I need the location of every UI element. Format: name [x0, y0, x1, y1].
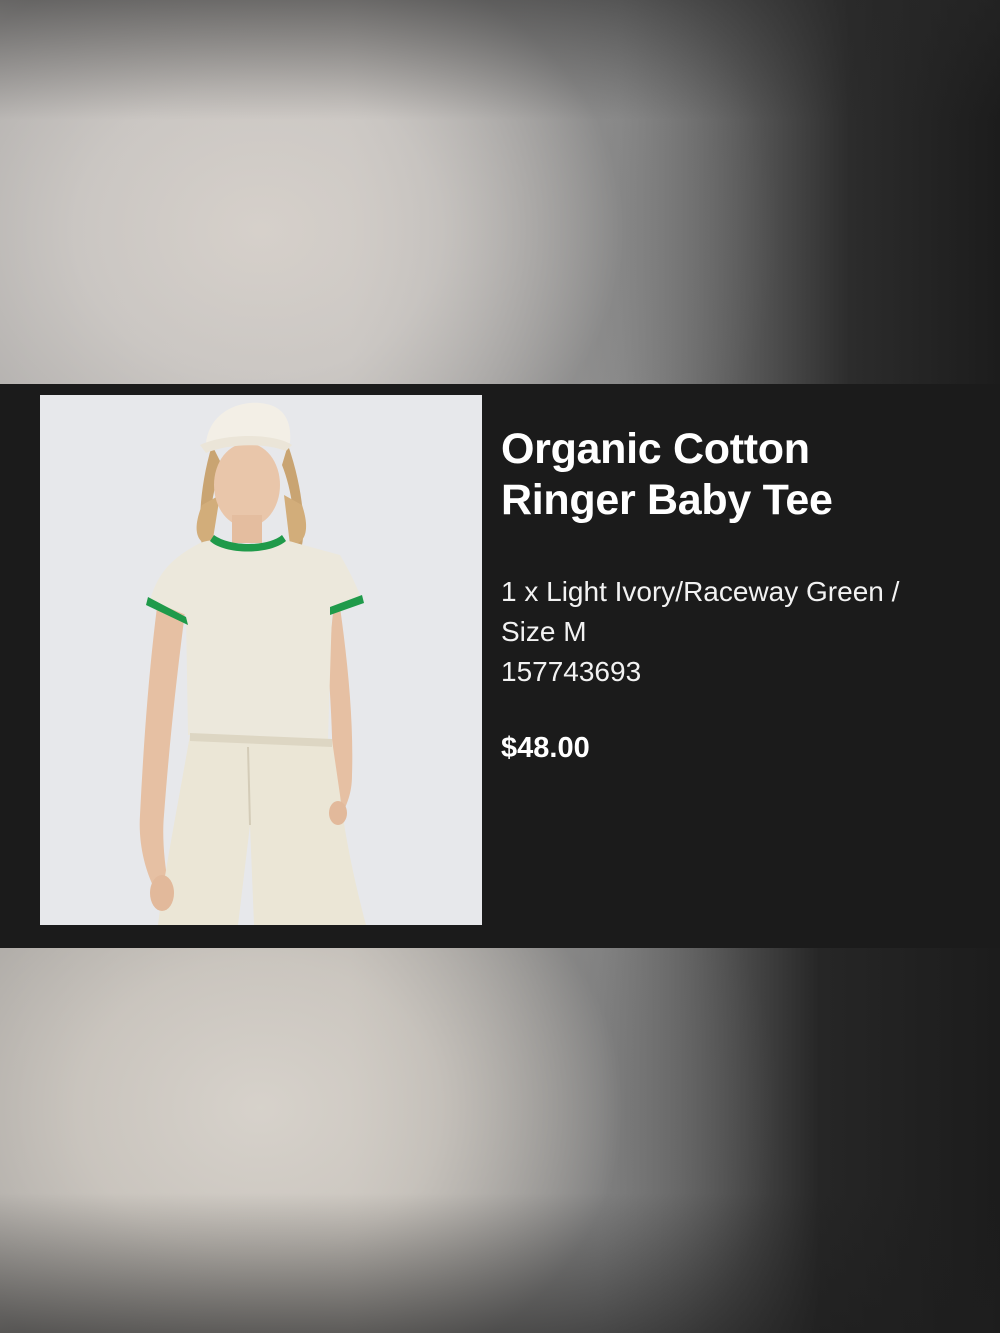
backdrop-bottom [0, 948, 1000, 1333]
backdrop-top [0, 0, 1000, 384]
variant-description: 1 x Light Ivory/Raceway Green / [501, 576, 900, 607]
product-title-line-2: Ringer Baby Tee [501, 476, 833, 524]
variant-info: 1 x Light Ivory/Raceway Green / Size M 1… [501, 572, 971, 692]
product-price: $48.00 [501, 732, 590, 764]
product-image [40, 395, 482, 925]
product-title: Organic Cotton Ringer Baby Tee [501, 424, 971, 526]
product-sku: 157743693 [501, 656, 642, 687]
product-title-line-1: Organic Cotton [501, 425, 810, 473]
order-item-card: Organic Cotton Ringer Baby Tee 1 x Light… [0, 384, 1000, 948]
product-details: Organic Cotton Ringer Baby Tee 1 x Light… [501, 424, 971, 766]
model-photo [40, 395, 482, 925]
variant-size: Size M [501, 616, 587, 647]
